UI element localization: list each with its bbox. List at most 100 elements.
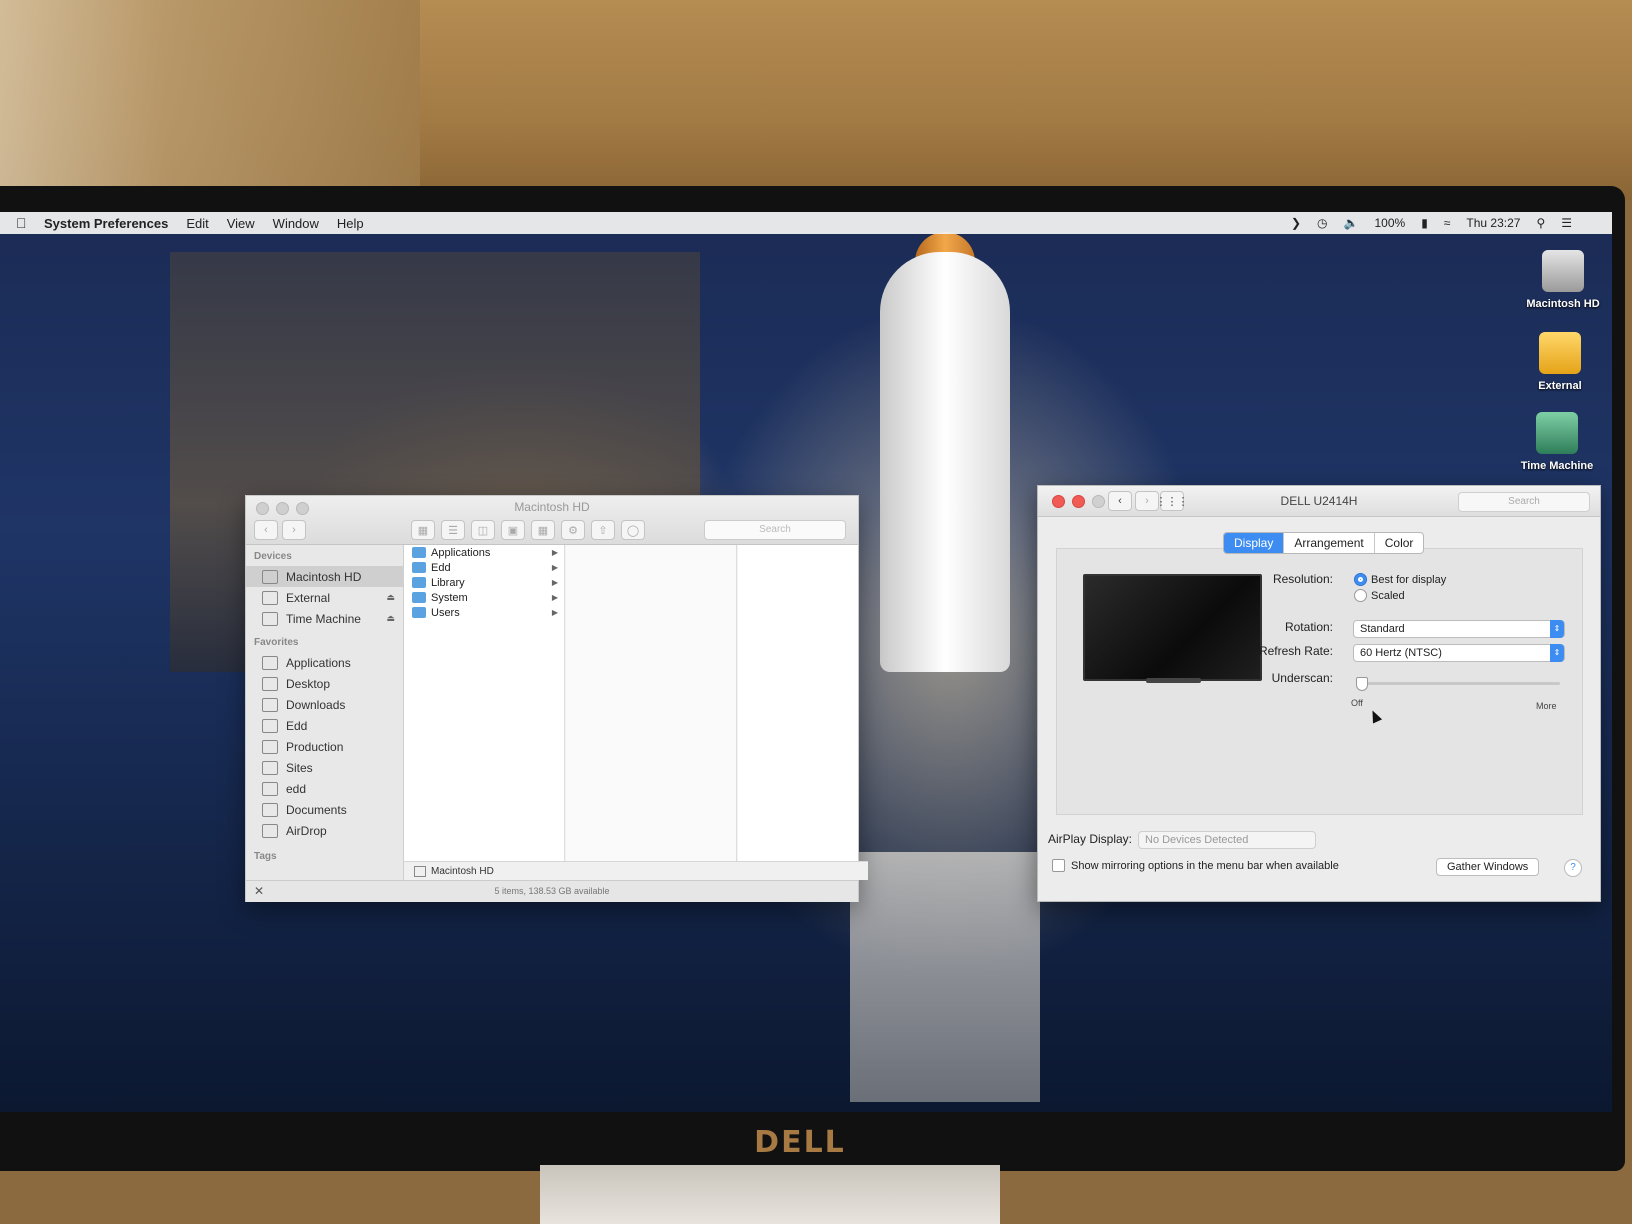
sidebar-item-label: Time Machine <box>286 611 361 626</box>
menu-help[interactable]: Help <box>337 216 364 231</box>
sidebar-item-macintosh-hd[interactable]: Macintosh HD <box>246 566 403 587</box>
resolution-label: Resolution: <box>1272 572 1333 586</box>
battery-icon[interactable]: ▮ <box>1421 216 1428 230</box>
underscan-slider[interactable] <box>1356 677 1560 691</box>
sidebar-item-airdrop[interactable]: AirDrop <box>246 820 403 841</box>
finder-window: Macintosh HD ‹ › ▦ ☰ ◫ ▣ ▦ ⚙ ⇧ ◯ Search … <box>245 495 868 902</box>
time-machine-icon[interactable]: ◷ <box>1317 216 1327 230</box>
sidebar-item-label: External <box>286 590 331 605</box>
finder-column: Applications ▶ Edd ▶ Library ▶ System ▶ User… <box>404 545 565 861</box>
prefs-titlebar: ‹ › ⋮⋮⋮ DELL U2414H Search <box>1038 486 1600 517</box>
chevron-updown-icon: ⇕ <box>1550 620 1564 638</box>
sidebar-item-label: Sites <box>286 760 313 775</box>
sidebar-item-desktop[interactable]: Desktop <box>246 673 403 694</box>
view-controls: ▦ ☰ ◫ ▣ ▦ ⚙ ⇧ ◯ <box>411 520 645 540</box>
resolution-scaled-radio[interactable]: Scaled <box>1354 589 1405 602</box>
sidebar-item-production[interactable]: Production <box>246 736 403 757</box>
sidebar-item-label: Production <box>286 739 344 754</box>
menu-window[interactable]: Window <box>273 216 319 231</box>
menu-view[interactable]: View <box>227 216 255 231</box>
back-button[interactable]: ‹ <box>254 520 278 540</box>
wifi-icon[interactable]: ≈ <box>1444 216 1451 230</box>
resolution-best-radio[interactable]: Best for display <box>1354 573 1446 586</box>
chevron-icon[interactable]: ❯ <box>1291 216 1301 230</box>
finder-toolbar: Macintosh HD ‹ › ▦ ☰ ◫ ▣ ▦ ⚙ ⇧ ◯ Search <box>246 496 858 545</box>
apple-menu-icon[interactable]:  <box>16 215 32 231</box>
underscan-label: Underscan: <box>1271 671 1333 685</box>
sidebar-item-applications[interactable]: Applications <box>246 652 403 673</box>
folder-icon <box>412 547 426 558</box>
airplay-select[interactable]: No Devices Detected <box>1138 831 1316 849</box>
share-icon[interactable]: ⇧ <box>591 520 615 540</box>
status-area: ❯ ◷ 🔈 100% ▮ ≈ Thu 23:27 ⚲ ☰ <box>1291 216 1572 230</box>
refresh-rate-select[interactable]: 60 Hertz (NTSC) ⇕ <box>1353 644 1565 662</box>
volume-icon[interactable]: 🔈 <box>1344 216 1359 230</box>
sidebar-item-downloads[interactable]: Downloads <box>246 694 403 715</box>
menu-edit[interactable]: Edit <box>186 216 208 231</box>
list-item[interactable]: Applications ▶ <box>404 545 564 560</box>
slider-knob[interactable] <box>1356 677 1368 691</box>
curtain <box>0 0 420 190</box>
spotlight-icon[interactable]: ⚲ <box>1536 216 1545 230</box>
rotation-select[interactable]: Standard ⇕ <box>1353 620 1565 638</box>
item-label: Library <box>431 576 465 589</box>
help-button[interactable]: ? <box>1564 859 1582 877</box>
sidebar-item-home[interactable]: edd <box>246 778 403 799</box>
sidebar-header-favorites: Favorites <box>254 637 299 648</box>
finder-column-empty <box>738 545 858 861</box>
list-item[interactable]: Users ▶ <box>404 605 564 620</box>
arrange-icon[interactable]: ▦ <box>531 520 555 540</box>
forward-button[interactable]: › <box>282 520 306 540</box>
airplay-value: No Devices Detected <box>1145 834 1249 846</box>
item-label: Applications <box>431 546 491 559</box>
battery-percent[interactable]: 100% <box>1374 216 1405 230</box>
list-item[interactable]: Library ▶ <box>404 575 564 590</box>
item-label: System <box>431 591 468 604</box>
close-sidebar-icon[interactable]: ✕ <box>254 881 264 902</box>
tab-arrangement[interactable]: Arrangement <box>1284 533 1375 553</box>
item-label: Edd <box>431 561 451 574</box>
sidebar-item-time-machine[interactable]: Time Machine ⏏ <box>246 608 403 629</box>
sidebar-item-documents[interactable]: Documents <box>246 799 403 820</box>
sidebar-item-label: Macintosh HD <box>286 569 362 584</box>
external-drive-icon <box>262 590 278 605</box>
finder-sidebar: Devices Macintosh HD External ⏏ Time Mac… <box>246 545 404 901</box>
sidebar-header-tags: Tags <box>254 851 277 862</box>
eject-icon[interactable]: ⏏ <box>386 613 395 624</box>
coverflow-view-icon[interactable]: ▣ <box>501 520 525 540</box>
desktop-icon-time-machine[interactable]: Time Machine <box>1502 412 1612 472</box>
gather-windows-button[interactable]: Gather Windows <box>1436 858 1540 876</box>
path-label: Macintosh HD <box>431 865 494 877</box>
path-bar[interactable]: Macintosh HD <box>404 861 868 880</box>
column-view-icon[interactable]: ◫ <box>471 520 495 540</box>
checkbox-label: Show mirroring options in the menu bar w… <box>1071 859 1339 872</box>
tab-bar: Display Arrangement Color <box>1223 532 1425 554</box>
tab-display[interactable]: Display <box>1224 533 1285 553</box>
list-item[interactable]: Edd ▶ <box>404 560 564 575</box>
action-gear-icon[interactable]: ⚙ <box>561 520 585 540</box>
display-preferences-window: ‹ › ⋮⋮⋮ DELL U2414H Search Display Arran… <box>1037 485 1601 902</box>
icon-view-icon[interactable]: ▦ <box>411 520 435 540</box>
screen:  System Preferences Edit View Window He… <box>0 212 1612 1112</box>
menu-app-name[interactable]: System Preferences <box>44 216 168 231</box>
sidebar-item-external[interactable]: External ⏏ <box>246 587 403 608</box>
tag-icon[interactable]: ◯ <box>621 520 645 540</box>
desktop-icon-macintosh-hd[interactable]: Macintosh HD <box>1508 250 1612 310</box>
notification-center-icon[interactable]: ☰ <box>1561 216 1572 230</box>
sidebar-item-edd[interactable]: Edd <box>246 715 403 736</box>
finder-title: Macintosh HD <box>514 500 590 514</box>
water-reflection <box>850 852 1040 1102</box>
folder-icon <box>412 562 426 573</box>
list-item[interactable]: System ▶ <box>404 590 564 605</box>
prefs-search-input[interactable]: Search <box>1458 492 1590 512</box>
desktop-icon-external[interactable]: External <box>1505 332 1612 392</box>
list-view-icon[interactable]: ☰ <box>441 520 465 540</box>
desktop-icon <box>262 676 278 691</box>
sidebar-item-sites[interactable]: Sites <box>246 757 403 778</box>
folder-icon <box>412 592 426 603</box>
finder-search-input[interactable]: Search <box>704 520 846 540</box>
clock[interactable]: Thu 23:27 <box>1466 216 1520 230</box>
mirroring-checkbox[interactable]: Show mirroring options in the menu bar w… <box>1052 859 1339 872</box>
tab-color[interactable]: Color <box>1375 533 1424 553</box>
eject-icon[interactable]: ⏏ <box>386 592 395 603</box>
